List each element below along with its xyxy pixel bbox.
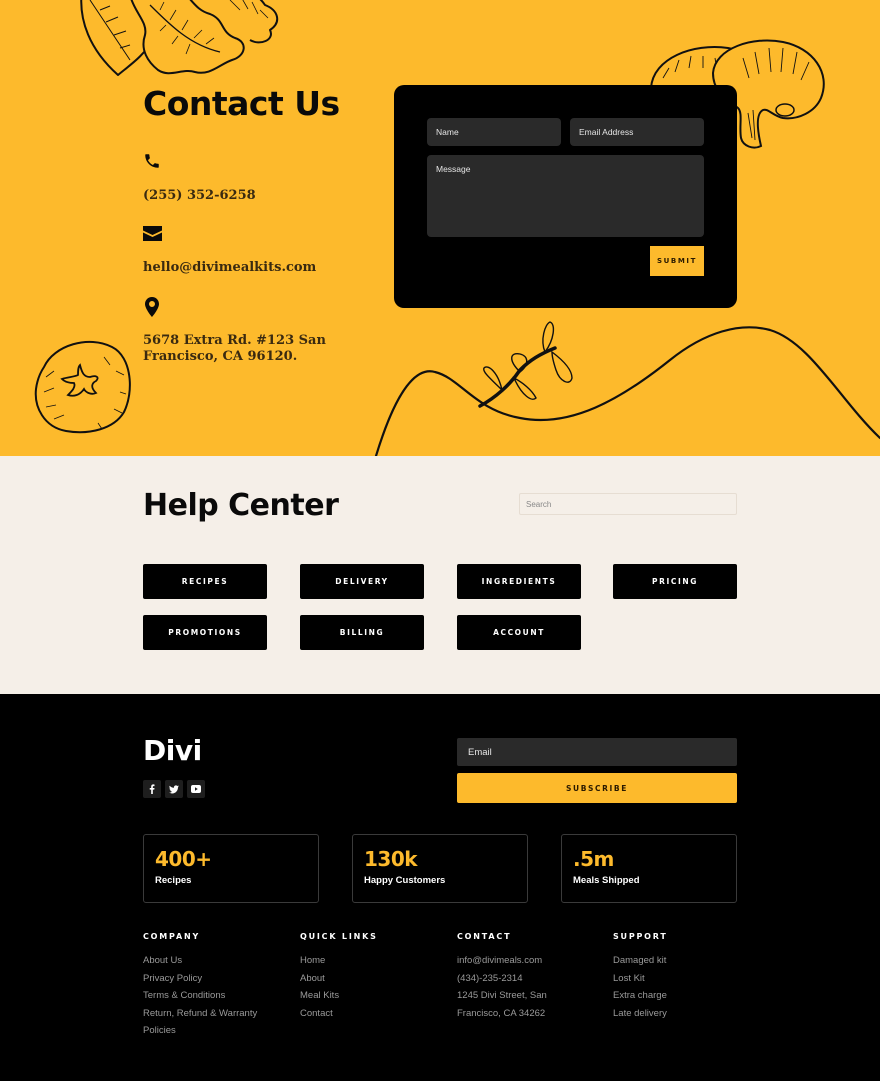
facebook-icon[interactable]: [143, 780, 161, 798]
footer-contact-address-line2: Francisco, CA 34262: [457, 1007, 546, 1019]
footer: Divi SUBSCRIBE 400+ Recipes 130k Happy C…: [0, 694, 880, 1081]
footer-link-privacy-policy[interactable]: Privacy Policy: [143, 970, 293, 988]
footer-link-about-us[interactable]: About Us: [143, 952, 293, 970]
footer-contact-email[interactable]: info@divimeals.com: [457, 952, 607, 970]
twitter-icon[interactable]: [165, 780, 183, 798]
contact-section: Contact Us (255) 352-6258 hello@divimeal…: [0, 0, 880, 456]
youtube-icon[interactable]: [187, 780, 205, 798]
footer-link-damaged-kit[interactable]: Damaged kit: [613, 952, 763, 970]
footer-link-terms[interactable]: Terms & Conditions: [143, 987, 293, 1005]
contact-phone: (255) 352-6258: [143, 188, 256, 203]
contact-title: Contact Us: [143, 84, 340, 123]
column-heading: QUICK LINKS: [300, 932, 378, 941]
stat-label: Meals Shipped: [573, 875, 640, 886]
footer-column-support: SUPPORT Damaged kit Lost Kit Extra charg…: [613, 932, 763, 1022]
footer-link-contact[interactable]: Contact: [300, 1005, 450, 1023]
contact-address: 5678 Extra Rd. #123 San Francisco, CA 96…: [143, 333, 326, 364]
stat-value: .5m: [573, 847, 614, 871]
help-button-recipes[interactable]: RECIPES: [143, 564, 267, 599]
subscribe-button[interactable]: SUBSCRIBE: [457, 773, 737, 803]
phone-icon: [143, 152, 163, 172]
contact-form: SUBMIT: [394, 85, 737, 308]
help-center-section: Help Center RECIPES DELIVERY INGREDIENTS…: [0, 456, 880, 694]
footer-link-late-delivery[interactable]: Late delivery: [613, 1005, 763, 1023]
message-field[interactable]: [427, 155, 704, 237]
footer-link-about[interactable]: About: [300, 970, 450, 988]
footer-contact-phone[interactable]: (434)-235-2314: [457, 970, 607, 988]
hill-line-with-sprout: [360, 310, 880, 456]
newsletter-email-input[interactable]: [457, 738, 737, 766]
column-heading: SUPPORT: [613, 932, 668, 941]
oak-leaves-illustration: [70, 0, 290, 90]
stat-value: 130k: [364, 847, 418, 871]
envelope-icon: [143, 226, 163, 246]
stat-value: 400+: [155, 847, 212, 871]
map-pin-icon: [145, 297, 165, 317]
help-button-account[interactable]: ACCOUNT: [457, 615, 581, 650]
submit-button[interactable]: SUBMIT: [650, 246, 704, 276]
footer-column-contact: CONTACT info@divimeals.com (434)-235-231…: [457, 932, 607, 1022]
tomato-illustration: [34, 337, 134, 435]
footer-link-home[interactable]: Home: [300, 952, 450, 970]
help-search-input[interactable]: [519, 493, 737, 515]
stat-label: Happy Customers: [364, 875, 446, 886]
stat-card-customers: 130k Happy Customers: [352, 834, 528, 903]
name-field[interactable]: [427, 118, 561, 146]
footer-link-meal-kits[interactable]: Meal Kits: [300, 987, 450, 1005]
help-center-title: Help Center: [143, 488, 339, 523]
column-heading: CONTACT: [457, 932, 512, 941]
stat-card-meals: .5m Meals Shipped: [561, 834, 737, 903]
stat-card-recipes: 400+ Recipes: [143, 834, 319, 903]
footer-column-company: COMPANY About Us Privacy Policy Terms & …: [143, 932, 293, 1040]
contact-email: hello@divimealkits.com: [143, 260, 317, 275]
help-button-pricing[interactable]: PRICING: [613, 564, 737, 599]
footer-contact-address-line1: 1245 Divi Street, San: [457, 990, 547, 1002]
stat-label: Recipes: [155, 875, 192, 886]
footer-link-lost-kit[interactable]: Lost Kit: [613, 970, 763, 988]
email-address-field[interactable]: [570, 118, 704, 146]
footer-link-extra-charge[interactable]: Extra charge: [613, 987, 763, 1005]
footer-link-return-refund[interactable]: Return, Refund & Warranty: [143, 1005, 293, 1023]
footer-column-quick-links: QUICK LINKS Home About Meal Kits Contact: [300, 932, 450, 1022]
footer-link-policies[interactable]: Policies: [143, 1022, 293, 1040]
help-button-delivery[interactable]: DELIVERY: [300, 564, 424, 599]
help-button-ingredients[interactable]: INGREDIENTS: [457, 564, 581, 599]
divi-logo[interactable]: Divi: [143, 734, 202, 767]
column-heading: COMPANY: [143, 932, 201, 941]
help-button-billing[interactable]: BILLING: [300, 615, 424, 650]
help-button-promotions[interactable]: PROMOTIONS: [143, 615, 267, 650]
